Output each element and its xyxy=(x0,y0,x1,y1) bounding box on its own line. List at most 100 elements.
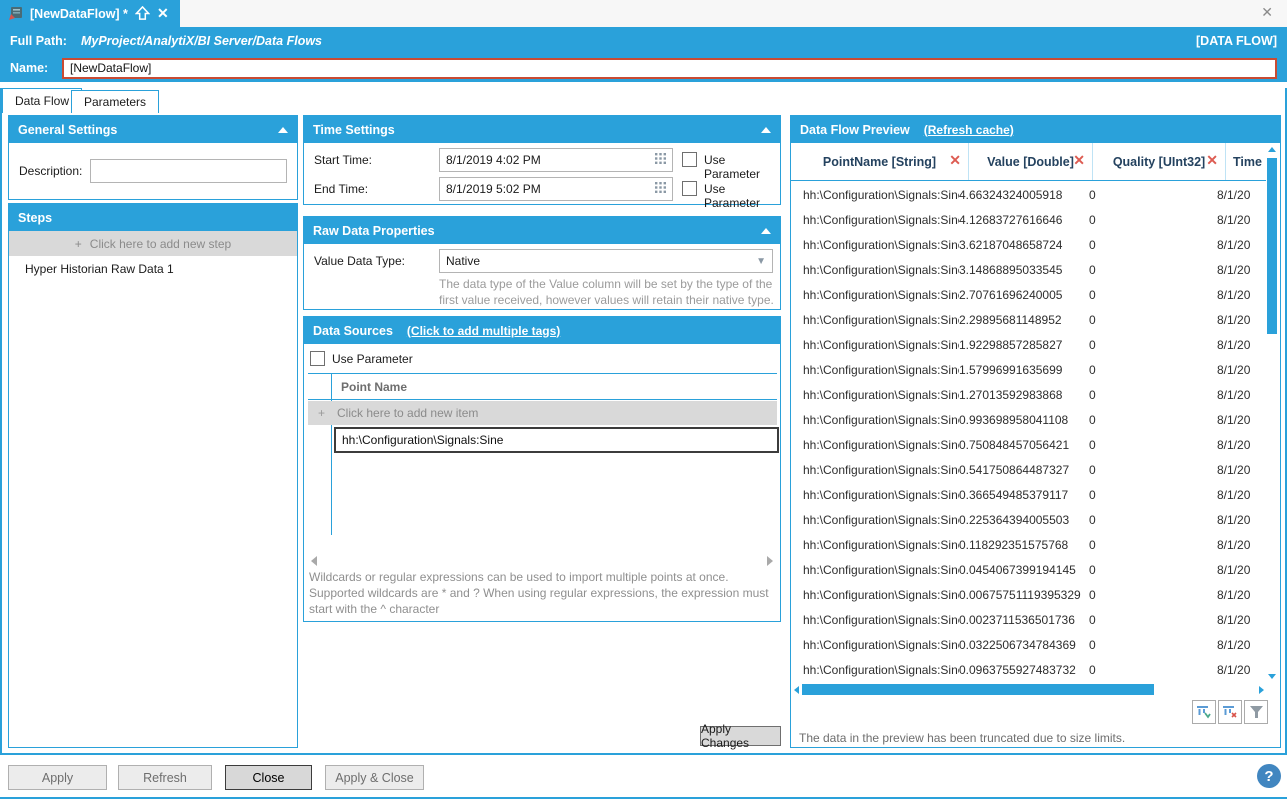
datasource-use-parameter-label: Use Parameter xyxy=(332,352,413,366)
table-row[interactable]: hh:\Configuration\Signals:Sine3.62187048… xyxy=(791,232,1265,257)
tab-parameters[interactable]: Parameters xyxy=(71,90,159,113)
apply-changes-button[interactable]: Apply Changes xyxy=(700,726,781,746)
document-tab[interactable]: [NewDataFlow] * ✕ xyxy=(0,0,180,27)
scroll-right-icon[interactable] xyxy=(767,556,773,566)
time-settings-header[interactable]: Time Settings xyxy=(304,116,780,143)
table-cell: 0 xyxy=(1089,213,1217,227)
end-use-parameter-checkbox[interactable] xyxy=(682,181,697,196)
horizontal-scrollbar[interactable] xyxy=(793,684,1265,697)
collapse-icon[interactable] xyxy=(761,228,771,234)
table-cell: 0.225364394005503 xyxy=(959,513,1089,527)
table-row[interactable]: hh:\Configuration\Signals:Sine0.03225067… xyxy=(791,632,1265,657)
step-list-item[interactable]: Hyper Historian Raw Data 1 xyxy=(9,256,297,282)
scroll-right-icon[interactable] xyxy=(1259,686,1264,694)
column-header-time[interactable]: Time xyxy=(1225,143,1266,181)
table-row[interactable]: hh:\Configuration\Signals:Sine0.09637559… xyxy=(791,657,1265,682)
start-time-input[interactable]: 8/1/2019 4:02 PM xyxy=(439,148,673,172)
value-data-type-select[interactable]: Native ▼ xyxy=(439,249,773,273)
description-input[interactable] xyxy=(90,159,287,183)
table-cell: hh:\Configuration\Signals:Sine xyxy=(791,263,959,277)
table-row[interactable]: hh:\Configuration\Signals:Sine2.70761696… xyxy=(791,282,1265,307)
table-row[interactable]: hh:\Configuration\Signals:Sine2.29895681… xyxy=(791,307,1265,332)
refresh-button[interactable]: Refresh xyxy=(118,765,212,790)
point-name-input[interactable] xyxy=(334,427,779,453)
remove-column-icon[interactable]: ✕ xyxy=(949,153,961,167)
add-point-button[interactable]: + Click here to add new item xyxy=(308,401,777,425)
column-header-pointname[interactable]: PointName [String] ✕ xyxy=(791,143,968,181)
raw-data-properties-title: Raw Data Properties xyxy=(313,224,435,238)
date-picker-icon[interactable] xyxy=(655,153,666,167)
table-row[interactable]: hh:\Configuration\Signals:Sine0.00237115… xyxy=(791,607,1265,632)
table-cell: hh:\Configuration\Signals:Sine xyxy=(791,388,959,402)
table-row[interactable]: hh:\Configuration\Signals:Sine4.12683727… xyxy=(791,207,1265,232)
scroll-left-icon[interactable] xyxy=(311,556,317,566)
description-label: Description: xyxy=(19,164,82,178)
table-row[interactable]: hh:\Configuration\Signals:Sine0.22536439… xyxy=(791,507,1265,532)
apply-button[interactable]: Apply xyxy=(8,765,107,790)
table-row[interactable]: hh:\Configuration\Signals:Sine0.54175086… xyxy=(791,457,1265,482)
table-row[interactable]: hh:\Configuration\Signals:Sine3.14868895… xyxy=(791,257,1265,282)
remove-column-icon[interactable]: ✕ xyxy=(1073,153,1085,167)
add-multiple-tags-link[interactable]: (Click to add multiple tags) xyxy=(407,324,560,338)
end-time-input[interactable]: 8/1/2019 5:02 PM xyxy=(439,177,673,201)
column-header-quality[interactable]: Quality [UInt32] ✕ xyxy=(1093,143,1225,181)
collapse-icon[interactable] xyxy=(278,127,288,133)
table-cell: 0.993698958041108 xyxy=(959,413,1089,427)
table-row[interactable]: hh:\Configuration\Signals:Sine1.57996991… xyxy=(791,357,1265,382)
add-step-button[interactable]: + Click here to add new step xyxy=(9,231,297,256)
table-cell: 1.57996991635699 xyxy=(959,363,1089,377)
promote-up-icon[interactable] xyxy=(135,6,150,21)
tab-close-icon[interactable]: ✕ xyxy=(157,5,169,22)
refresh-cache-link[interactable]: (Refresh cache) xyxy=(924,123,1014,137)
table-row[interactable]: hh:\Configuration\Signals:Sine0.00675751… xyxy=(791,582,1265,607)
help-button[interactable]: ? xyxy=(1257,764,1281,788)
table-row[interactable]: hh:\Configuration\Signals:Sine0.36654948… xyxy=(791,482,1265,507)
close-button[interactable]: Close xyxy=(225,765,312,790)
date-picker-icon[interactable] xyxy=(655,182,666,196)
table-row[interactable]: hh:\Configuration\Signals:Sine0.04540673… xyxy=(791,557,1265,582)
time-settings-panel: Time Settings Start Time: 8/1/2019 4:02 … xyxy=(303,115,781,205)
column-label: PointName [String] xyxy=(823,155,936,169)
add-calculated-column-button[interactable] xyxy=(1192,700,1216,724)
name-label: Name: xyxy=(10,61,48,75)
table-row[interactable]: hh:\Configuration\Signals:Sine0.99369895… xyxy=(791,407,1265,432)
data-sources-header[interactable]: Data Sources (Click to add multiple tags… xyxy=(304,317,780,344)
column-header-value[interactable]: Value [Double] ✕ xyxy=(969,143,1092,181)
name-input[interactable] xyxy=(62,58,1277,79)
preview-header: Data Flow Preview (Refresh cache) xyxy=(791,116,1280,143)
table-row[interactable]: hh:\Configuration\Signals:Sine1.27013592… xyxy=(791,382,1265,407)
table-cell: 0 xyxy=(1089,588,1217,602)
horizontal-scrollbar-thumb[interactable] xyxy=(802,684,1154,695)
vertical-scrollbar-thumb[interactable] xyxy=(1267,158,1277,334)
table-cell: 0.118292351575768 xyxy=(959,538,1089,552)
filter-button[interactable] xyxy=(1244,700,1268,724)
table-row[interactable]: hh:\Configuration\Signals:Sine0.75084845… xyxy=(791,432,1265,457)
vertical-scrollbar[interactable] xyxy=(1266,144,1279,682)
table-cell: 0 xyxy=(1089,663,1217,677)
window-close-icon[interactable]: ✕ xyxy=(1261,4,1273,21)
column-add-icon xyxy=(1196,704,1212,720)
raw-data-properties-header[interactable]: Raw Data Properties xyxy=(304,217,780,244)
table-row[interactable]: hh:\Configuration\Signals:Sine4.66324324… xyxy=(791,182,1265,207)
steps-header[interactable]: Steps xyxy=(9,204,297,231)
end-time-label: End Time: xyxy=(314,182,368,196)
point-name-column-header[interactable]: Point Name xyxy=(341,380,407,394)
start-use-parameter-checkbox[interactable] xyxy=(682,152,697,167)
apply-and-close-button[interactable]: Apply & Close xyxy=(325,765,424,790)
table-cell: 3.14868895033545 xyxy=(959,263,1089,277)
name-bar: Name: xyxy=(0,54,1287,82)
table-row[interactable]: hh:\Configuration\Signals:Sine1.92298857… xyxy=(791,332,1265,357)
scroll-up-icon[interactable] xyxy=(1268,147,1276,152)
table-row[interactable]: hh:\Configuration\Signals:Sine0.11829235… xyxy=(791,532,1265,557)
table-cell: 0 xyxy=(1089,388,1217,402)
remove-calculated-column-button[interactable] xyxy=(1218,700,1242,724)
scroll-left-icon[interactable] xyxy=(794,686,799,694)
scroll-down-icon[interactable] xyxy=(1268,674,1276,679)
table-cell: 0 xyxy=(1089,438,1217,452)
remove-column-icon[interactable]: ✕ xyxy=(1206,153,1218,167)
table-cell: 8/1/20 xyxy=(1217,463,1255,477)
table-cell: 0.0963755927483732 xyxy=(959,663,1089,677)
datasource-use-parameter-checkbox[interactable] xyxy=(310,351,325,366)
collapse-icon[interactable] xyxy=(761,127,771,133)
general-settings-header[interactable]: General Settings xyxy=(9,116,297,143)
